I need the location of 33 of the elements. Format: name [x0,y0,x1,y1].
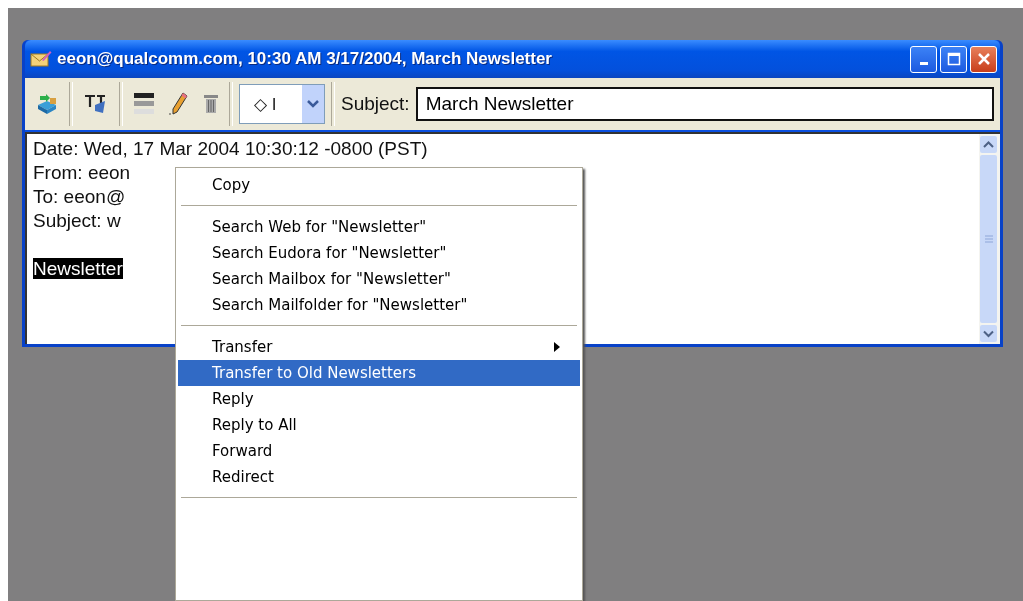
menu-item[interactable]: Search Web for "Newsletter" [178,214,580,240]
scroll-down-icon [980,325,997,342]
message-text: From: eeon [33,162,131,183]
menu-item[interactable]: Redirect [178,464,580,490]
menu-item[interactable]: Forward [178,438,580,464]
chevron-down-icon [307,100,319,108]
envelope-pencil-icon [30,50,52,68]
subject-label: Subject: [341,93,410,115]
menu-item[interactable]: Copy [178,172,580,198]
menu-item[interactable]: Reply to All [178,412,580,438]
message-text: To: eeon@ [33,186,126,207]
menu-item[interactable]: Transfer to Old Newsletters [178,360,580,386]
window-title: eeon@qualcomm.com, 10:30 AM 3/17/2004, March Newsletter [57,49,553,69]
menu-item[interactable]: Transfer [178,334,580,360]
menu-item[interactable]: Reply [178,386,580,412]
scroll-up-icon [980,136,997,153]
close-button[interactable] [970,45,997,73]
message-text: Newsletter [33,258,123,279]
minimize-button[interactable] [910,45,937,73]
label-dropdown[interactable]: ◇ I [239,84,325,124]
menu-item[interactable]: Search Mailfolder for "Newsletter" [178,292,580,318]
menu-item[interactable]: Search Eudora for "Newsletter" [178,240,580,266]
menu-item[interactable]: Search Mailbox for "Newsletter" [178,266,580,292]
scrollbar[interactable] [979,134,1000,344]
message-text: Subject: w [33,210,121,231]
message-text: Date: Wed, 17 Mar 2004 10:30:12 -0800 (PST) [33,138,428,159]
submenu-arrow-icon [554,342,560,352]
scroll-thumb[interactable] [980,155,997,323]
close-icon [976,52,991,66]
minimize-icon [919,62,928,65]
maximize-icon [946,52,961,66]
maximize-button[interactable] [940,45,967,73]
subject-field[interactable]: March Newsletter [415,87,994,121]
